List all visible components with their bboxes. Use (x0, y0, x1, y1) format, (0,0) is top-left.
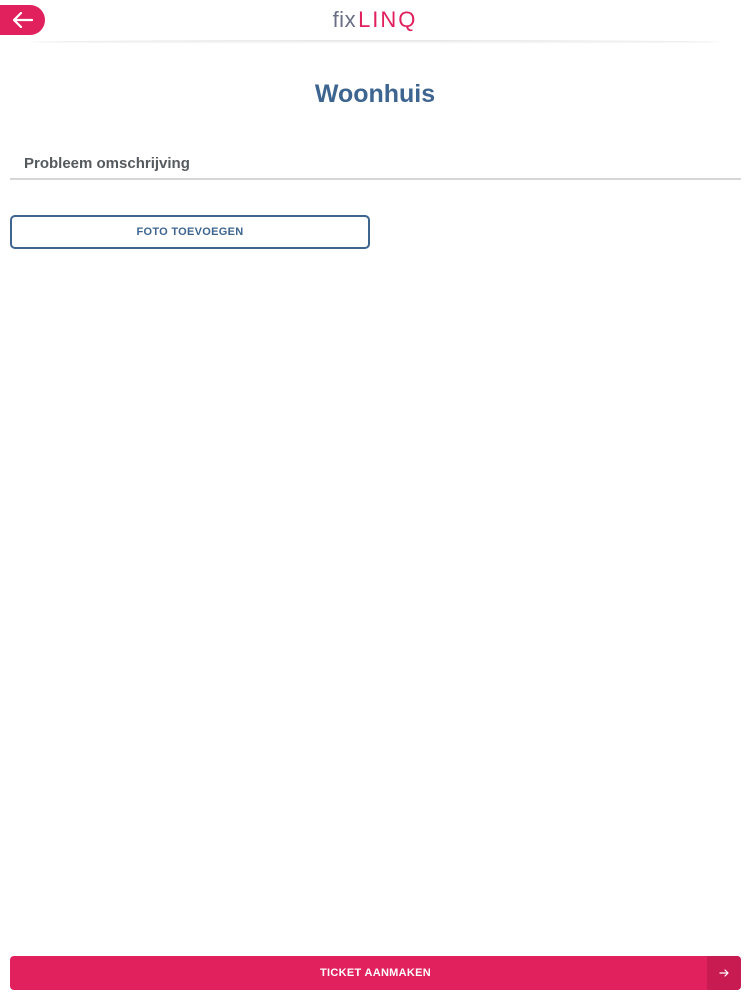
header-divider (30, 40, 720, 44)
create-ticket-label: TICKET AANMAKEN (319, 967, 432, 979)
arrow-right-icon (719, 969, 729, 977)
logo-text-linq: LINQ (358, 7, 418, 32)
add-photo-button[interactable]: FOTO TOEVOEGEN (10, 215, 370, 249)
problem-description-input[interactable] (10, 148, 741, 180)
page-title: Woonhuis (314, 80, 436, 108)
create-ticket-button[interactable]: TICKET AANMAKEN (10, 956, 741, 990)
create-ticket-arrow (707, 956, 741, 990)
app-logo: fixLINQ (0, 6, 750, 34)
logo-text-fix: fix (332, 7, 357, 32)
app-screen: fixLINQ Woonhuis FOTO TOEVOEGEN TICKET A… (0, 0, 750, 1000)
header: fixLINQ (0, 0, 750, 42)
add-photo-label: FOTO TOEVOEGEN (136, 226, 244, 238)
